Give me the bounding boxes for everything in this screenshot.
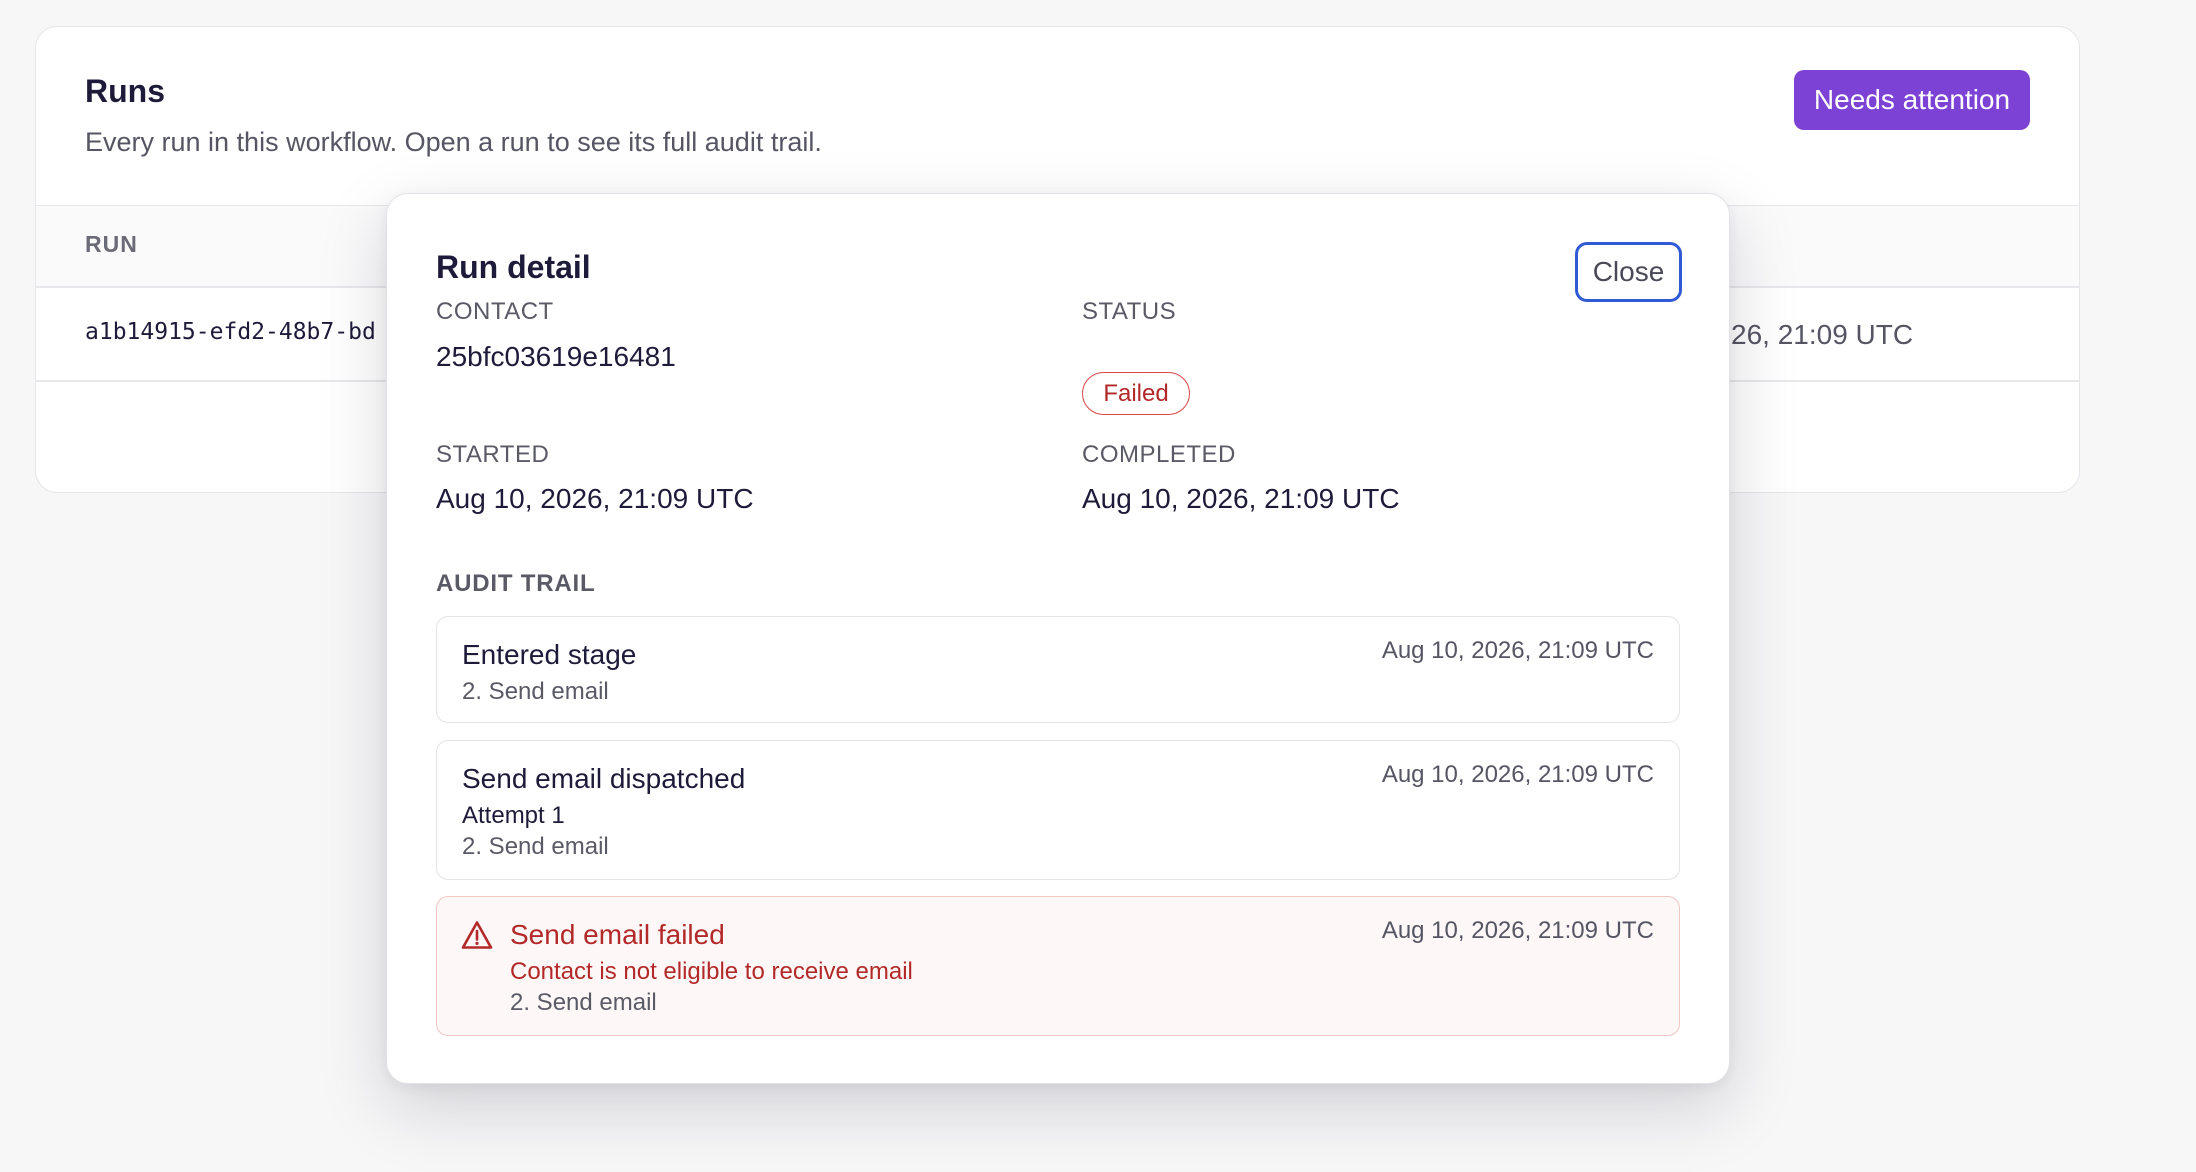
status-badge: Failed (1082, 372, 1190, 415)
event-timestamp: Aug 10, 2026, 21:09 UTC (1381, 761, 1654, 788)
contact-value: 25bfc03619e16481 (436, 341, 676, 372)
event-stage: 2. Send email (462, 833, 609, 860)
completed-label: COMPLETED (1082, 441, 1236, 468)
event-error-detail: Contact is not eligible to receive email (510, 958, 913, 985)
started-value: Aug 10, 2026, 21:09 UTC (436, 483, 754, 514)
column-header-run: RUN (85, 231, 138, 257)
run-id-cell[interactable]: a1b14915-efd2-48b7-bd (85, 321, 376, 344)
status-label: STATUS (1082, 298, 1177, 325)
audit-event: Entered stage Aug 10, 2026, 21:09 UTC 2.… (436, 616, 1680, 723)
event-title: Send email dispatched (462, 763, 746, 794)
runs-subtitle: Every run in this workflow. Open a run t… (85, 127, 822, 157)
run-detail-modal: Run detail Close CONTACT 25bfc03619e1648… (386, 193, 1730, 1084)
audit-trail-heading: AUDIT TRAIL (436, 570, 596, 597)
event-title: Send email failed (510, 919, 725, 950)
modal-title: Run detail (436, 249, 591, 285)
event-title: Entered stage (462, 639, 637, 670)
event-stage: 2. Send email (510, 989, 657, 1016)
close-button[interactable]: Close (1575, 242, 1682, 302)
audit-event-error: Send email failed Aug 10, 2026, 21:09 UT… (436, 896, 1680, 1036)
contact-label: CONTACT (436, 298, 554, 325)
audit-event: Send email dispatched Aug 10, 2026, 21:0… (436, 740, 1680, 880)
event-stage: 2. Send email (462, 678, 609, 705)
needs-attention-button[interactable]: Needs attention (1794, 70, 2030, 130)
completed-value: Aug 10, 2026, 21:09 UTC (1082, 483, 1400, 514)
event-detail: Attempt 1 (462, 802, 565, 829)
runs-title: Runs (85, 73, 165, 109)
run-date-cell: 26, 21:09 UTC (1731, 319, 1914, 350)
warning-icon (461, 921, 493, 949)
started-label: STARTED (436, 441, 550, 468)
event-timestamp: Aug 10, 2026, 21:09 UTC (1381, 917, 1654, 944)
event-timestamp: Aug 10, 2026, 21:09 UTC (1381, 637, 1654, 664)
